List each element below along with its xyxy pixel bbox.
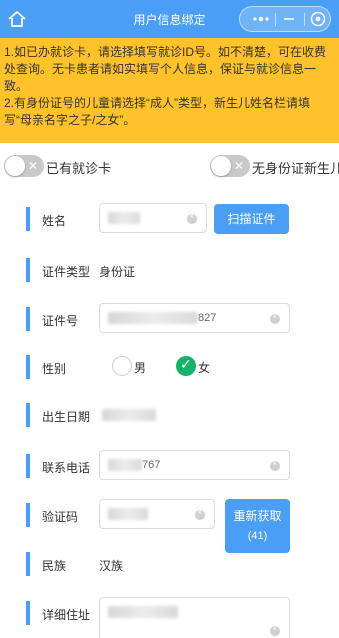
gender-male-radio[interactable] bbox=[112, 356, 132, 376]
row-accent-bar bbox=[26, 403, 30, 427]
birth-label: 出生日期 bbox=[42, 410, 91, 424]
name-value-blurred bbox=[108, 212, 140, 225]
birth-row: 出生日期 bbox=[26, 401, 326, 429]
address-value-blurred bbox=[108, 606, 178, 619]
newborn-toggle[interactable]: ✕ 无身份证新生儿 bbox=[210, 155, 339, 177]
id-number-label: 证件号 bbox=[42, 314, 79, 328]
phone-label: 联系电话 bbox=[42, 461, 91, 475]
toggle-knob bbox=[211, 156, 231, 176]
gender-female-label: 女 bbox=[198, 361, 211, 375]
nav-header: 用户信息绑定 bbox=[0, 0, 339, 38]
code-row: 验证码 重新获取 (41) bbox=[26, 499, 326, 555]
row-accent-bar bbox=[26, 601, 30, 625]
newborn-label: 无身份证新生儿 bbox=[252, 161, 339, 176]
has-card-toggle[interactable]: ✕ 已有就诊卡 bbox=[4, 155, 114, 177]
birth-value-blurred bbox=[102, 407, 156, 421]
notice-line-2: 2.有身份证号的儿童请选择“成人”类型，新生儿姓名栏请填写“母亲名字之子/之女”… bbox=[4, 96, 311, 127]
id-type-value: 身份证 bbox=[99, 265, 136, 279]
minimize-icon[interactable] bbox=[276, 7, 306, 31]
resend-label: 重新获取 bbox=[233, 509, 282, 523]
phone-value: 767 bbox=[108, 459, 160, 472]
id-number-row: 证件号 827 bbox=[26, 303, 326, 335]
clear-icon[interactable] bbox=[270, 458, 280, 471]
ethnicity-row: 民族 汉族 bbox=[26, 550, 326, 578]
mini-program-capsule bbox=[239, 6, 331, 32]
gender-label: 性别 bbox=[42, 362, 67, 376]
address-row: 详细住址 bbox=[26, 597, 326, 638]
clear-icon[interactable] bbox=[270, 311, 280, 324]
ethnicity-value[interactable]: 汉族 bbox=[99, 557, 123, 574]
has-card-label: 已有就诊卡 bbox=[46, 161, 112, 176]
gender-female-radio[interactable] bbox=[176, 356, 196, 376]
capsule-divider bbox=[304, 13, 305, 26]
id-number-input[interactable]: 827 bbox=[99, 303, 290, 333]
code-value-blurred bbox=[108, 508, 148, 521]
row-accent-bar bbox=[26, 258, 30, 282]
notice-banner: 1.如已办就诊卡，请选择填写就诊ID号。如不清楚，可在收费处查询。无卡患者请如实… bbox=[0, 38, 339, 143]
ethnicity-label: 民族 bbox=[42, 559, 67, 573]
code-label: 验证码 bbox=[42, 510, 79, 524]
notice-line-1: 1.如已办就诊卡，请选择填写就诊ID号。如不清楚，可在收费处查询。无卡患者请如实… bbox=[4, 45, 327, 93]
toggle-off-icon: ✕ bbox=[28, 159, 39, 173]
clear-icon[interactable] bbox=[195, 507, 205, 520]
id-number-value: 827 bbox=[108, 312, 216, 325]
gender-row: 性别 男 女 bbox=[26, 353, 326, 381]
address-input[interactable] bbox=[99, 597, 290, 638]
address-label: 详细住址 bbox=[42, 608, 91, 622]
row-accent-bar bbox=[26, 552, 30, 576]
toggle-off-icon: ✕ bbox=[234, 159, 245, 173]
more-menu-icon[interactable] bbox=[248, 7, 278, 31]
row-accent-bar bbox=[26, 503, 30, 527]
scan-id-button[interactable]: 扫描证件 bbox=[214, 204, 289, 234]
code-input[interactable] bbox=[99, 499, 215, 529]
name-row: 姓名 扫描证件 bbox=[26, 203, 326, 235]
clear-icon[interactable] bbox=[270, 623, 280, 636]
name-label: 姓名 bbox=[42, 214, 67, 228]
toggle-knob bbox=[5, 156, 25, 176]
row-accent-bar bbox=[26, 207, 30, 231]
name-input[interactable] bbox=[99, 203, 207, 233]
resend-countdown: (41) bbox=[247, 530, 268, 542]
row-accent-bar bbox=[26, 454, 30, 478]
gender-male-label: 男 bbox=[134, 361, 147, 375]
resend-code-button[interactable]: 重新获取 (41) bbox=[225, 499, 290, 553]
phone-row: 联系电话 767 bbox=[26, 450, 326, 482]
id-type-row: 证件类型 身份证 bbox=[26, 256, 326, 284]
row-accent-bar bbox=[26, 355, 30, 379]
phone-input[interactable]: 767 bbox=[99, 450, 290, 480]
close-program-icon[interactable] bbox=[308, 7, 338, 31]
clear-icon[interactable] bbox=[187, 211, 197, 224]
row-accent-bar bbox=[26, 307, 30, 331]
id-type-label: 证件类型 bbox=[42, 265, 91, 279]
